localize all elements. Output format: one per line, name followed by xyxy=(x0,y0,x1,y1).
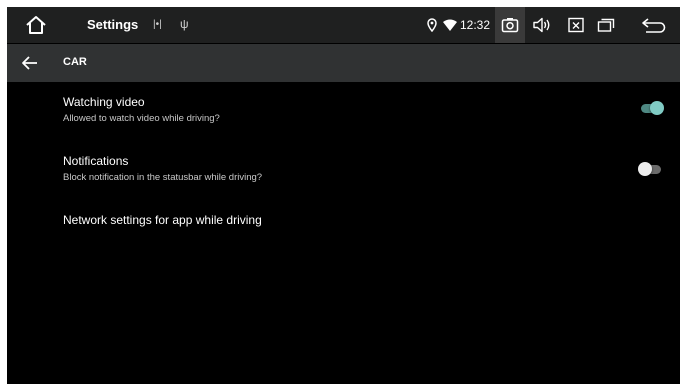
pref-watching-video[interactable]: Watching video Allowed to watch video wh… xyxy=(7,89,680,139)
recent-apps-icon xyxy=(597,18,615,32)
screenshot-button[interactable] xyxy=(495,7,525,43)
close-app-button[interactable] xyxy=(563,13,589,37)
usb-icon: ψ xyxy=(180,17,189,31)
app-title: Settings xyxy=(87,17,139,32)
volume-icon xyxy=(533,17,550,33)
camera-icon xyxy=(501,18,519,33)
usb-debug-icon: |•| xyxy=(153,19,162,30)
close-box-icon xyxy=(568,17,584,33)
page-title: CAR xyxy=(63,56,87,68)
settings-screen: Settings |•| ψ 12:32 CAR Watching video … xyxy=(7,7,680,384)
pref-summary: Block notification in the statusbar whil… xyxy=(63,172,263,183)
recent-apps-button[interactable] xyxy=(593,13,619,37)
pref-notifications[interactable]: Notifications Block notification in the … xyxy=(7,147,680,197)
toolbar: CAR xyxy=(7,44,680,82)
notifications-switch[interactable] xyxy=(638,160,664,178)
back-nav-button[interactable] xyxy=(637,13,671,37)
home-button[interactable] xyxy=(21,13,51,37)
pref-title: Watching video xyxy=(63,95,145,109)
pref-title: Network settings for app while driving xyxy=(63,213,262,227)
home-icon xyxy=(26,16,46,34)
volume-button[interactable] xyxy=(529,13,555,37)
pref-summary: Allowed to watch video while driving? xyxy=(63,113,220,124)
status-clock: 12:32 xyxy=(460,18,491,32)
toolbar-back-button[interactable] xyxy=(19,53,41,73)
back-icon xyxy=(642,18,666,33)
wifi-icon xyxy=(443,19,457,31)
pref-title: Notifications xyxy=(63,154,129,168)
location-icon xyxy=(427,18,437,32)
pref-network-settings[interactable]: Network settings for app while driving xyxy=(7,207,680,237)
arrow-left-icon xyxy=(22,56,37,70)
status-bar: Settings |•| ψ 12:32 xyxy=(7,7,680,43)
watching-video-switch[interactable] xyxy=(638,99,664,117)
